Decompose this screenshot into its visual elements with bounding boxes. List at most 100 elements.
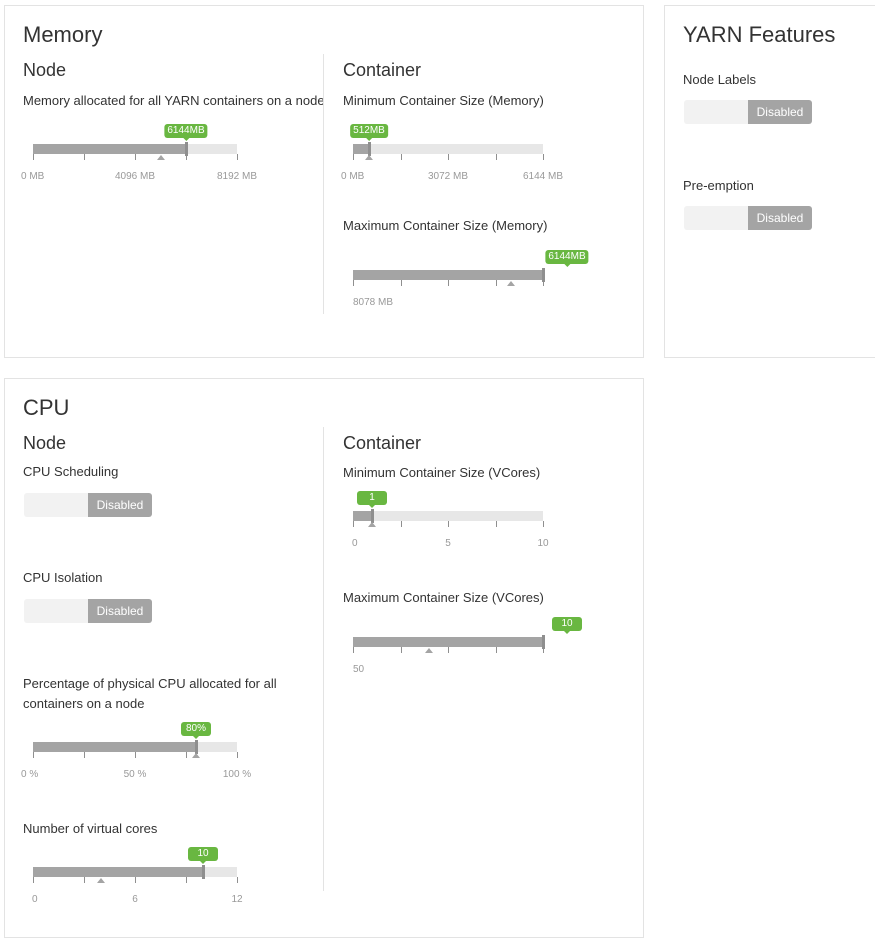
slider-marker [97, 878, 105, 883]
slider-tick-label: 100 % [222, 769, 252, 780]
slider-track[interactable] [353, 144, 543, 154]
slider-fill [353, 144, 369, 154]
slider-tick [186, 877, 187, 883]
slider-tick [496, 280, 497, 286]
slider-tick-label: 0 [352, 538, 358, 549]
slider-tick-label: 12 [231, 894, 243, 905]
slider-tick [353, 280, 354, 286]
cpu-container-heading: Container [343, 433, 422, 453]
cpu-scheduling-toggle-off [24, 493, 88, 517]
slider-tick [353, 647, 354, 653]
slider-value-tooltip: 6144MB [164, 124, 208, 141]
slider-handle[interactable] [371, 509, 374, 523]
slider-tick-label: 0 MB [21, 171, 45, 182]
slider-handle[interactable] [195, 740, 198, 754]
preemption-toggle-off [684, 206, 748, 230]
slider-tick [401, 521, 402, 527]
slider-handle[interactable] [185, 142, 188, 156]
preemption-toggle[interactable]: Disabled [684, 206, 812, 230]
slider-fill [33, 867, 203, 877]
cpu-scheduling-toggle[interactable]: Disabled [24, 493, 152, 517]
vcores-max-slider[interactable]: 10 50 [353, 617, 582, 697]
slider-tick [401, 647, 402, 653]
slider-tick-label: 8078 MB [353, 297, 394, 308]
memory-alloc-label: Memory allocated for all YARN containers… [23, 93, 325, 108]
slider-marker [368, 522, 376, 527]
cpu-scheduling-label: CPU Scheduling [23, 464, 119, 479]
slider-tick [33, 877, 34, 883]
memory-min-label: Minimum Container Size (Memory) [343, 93, 544, 108]
memory-title: Memory [23, 22, 103, 47]
slider-tick-label: 0 % [21, 769, 39, 780]
slider-tick [84, 752, 85, 758]
slider-tick [543, 154, 544, 160]
slider-tick [543, 521, 544, 527]
slider-value-tooltip: 10 [552, 617, 582, 634]
node-labels-toggle[interactable]: Disabled [684, 100, 812, 124]
slider-tick-label: 50 [353, 664, 365, 675]
slider-handle[interactable] [542, 635, 545, 649]
memory-divider [323, 54, 324, 314]
memory-panel: Memory Node Memory allocated for all YAR… [4, 5, 644, 358]
slider-tick-label: 6 [132, 894, 138, 905]
slider-tick-label: 8192 MB [216, 171, 258, 182]
preemption-state: Disabled [748, 206, 812, 230]
memory-max-slider[interactable]: 6144MB 8078 MB [353, 250, 589, 330]
slider-tick-label: 5 [445, 538, 451, 549]
slider-tick [33, 752, 34, 758]
slider-track[interactable] [353, 511, 543, 521]
vcores-min-label: Minimum Container Size (VCores) [343, 465, 541, 480]
slider-value-tooltip: 80% [181, 722, 211, 739]
cpu-title: CPU [23, 395, 70, 420]
cpu-isolation-toggle-off [24, 599, 88, 623]
vcores-label: Number of virtual cores [23, 821, 158, 836]
slider-tick [135, 877, 136, 883]
slider-handle[interactable] [202, 865, 205, 879]
slider-tick [401, 154, 402, 160]
slider-tick-label: 0 MB [341, 171, 365, 182]
slider-fill [353, 511, 372, 521]
slider-tick [237, 154, 238, 160]
slider-value-tooltip: 10 [188, 847, 218, 864]
cpu-percent-label-line2: containers on a node [23, 696, 145, 711]
slider-tick [84, 154, 85, 160]
slider-tick [84, 877, 85, 883]
slider-handle[interactable] [542, 268, 545, 282]
vcores-max-label: Maximum Container Size (VCores) [343, 590, 544, 605]
preemption-label: Pre-emption [683, 178, 754, 193]
memory-max-label: Maximum Container Size (Memory) [343, 218, 548, 233]
vcores-slider[interactable]: 10 0 6 12 [32, 847, 243, 927]
cpu-percent-label-line1: Percentage of physical CPU allocated for… [23, 676, 277, 691]
slider-tick-label: 3072 MB [427, 171, 469, 182]
slider-marker [365, 155, 373, 160]
slider-fill [33, 742, 196, 752]
slider-tick [353, 521, 354, 527]
slider-tick [496, 521, 497, 527]
slider-handle[interactable] [368, 142, 371, 156]
cpu-percent-slider[interactable]: 80% 0 % 50 % 100 % [21, 722, 251, 802]
memory-min-slider[interactable]: 512MB 0 MB 3072 MB 6144 MB [341, 124, 563, 204]
vcores-min-slider[interactable]: 1 0 5 10 [352, 491, 549, 571]
memory-alloc-slider[interactable]: 6144MB 0 MB 4096 MB 8192 MB [21, 124, 257, 204]
memory-node-heading: Node [23, 60, 67, 80]
node-labels-label: Node Labels [683, 72, 756, 87]
slider-tick [237, 752, 238, 758]
cpu-isolation-toggle[interactable]: Disabled [24, 599, 152, 623]
slider-tick [448, 154, 449, 160]
memory-container-heading: Container [343, 60, 422, 80]
yarn-features-title: YARN Features [683, 22, 836, 47]
yarn-features-panel: YARN Features Node Labels Disabled Pre-e… [664, 5, 875, 358]
slider-tick [448, 647, 449, 653]
slider-marker [192, 753, 200, 758]
slider-tick [353, 154, 354, 160]
slider-tick [33, 154, 34, 160]
slider-tick-label: 50 % [123, 769, 147, 780]
slider-value-tooltip: 6144MB [545, 250, 589, 267]
slider-marker [157, 155, 165, 160]
cpu-scheduling-state: Disabled [88, 493, 152, 517]
slider-tick-label: 6144 MB [522, 171, 564, 182]
node-labels-toggle-off [684, 100, 748, 124]
slider-fill [353, 637, 543, 647]
cpu-isolation-state: Disabled [88, 599, 152, 623]
slider-tick [186, 752, 187, 758]
